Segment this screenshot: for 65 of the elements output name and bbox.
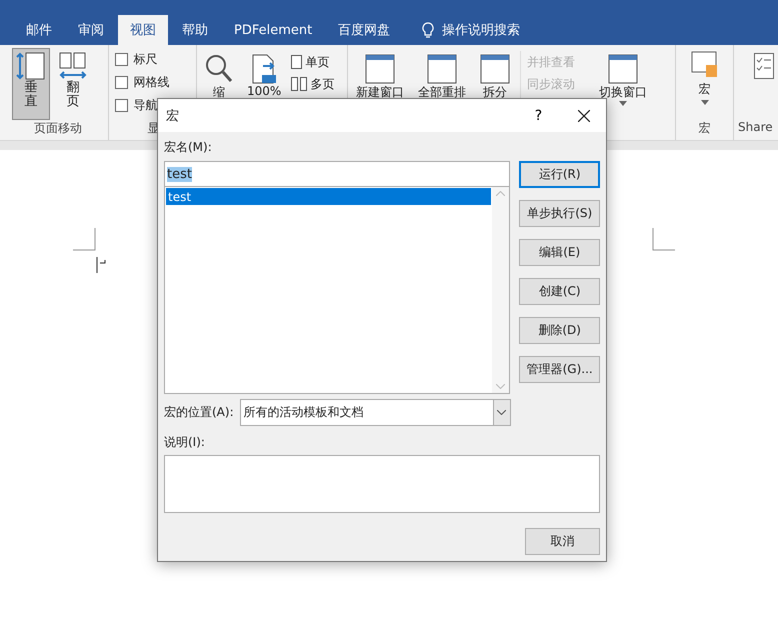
checklist-icon [754, 53, 774, 79]
tell-me-search[interactable]: 操作说明搜索 [442, 21, 520, 39]
split-icon [480, 54, 510, 84]
group-label: 宏 [698, 120, 711, 137]
text-cursor-icon [96, 257, 106, 273]
ribbon-tab[interactable]: 审阅 [66, 15, 116, 45]
switch-windows-icon [608, 54, 638, 84]
help-button[interactable]: ? [516, 99, 561, 132]
ribbon-tab[interactable]: 帮助 [170, 15, 220, 45]
checkbox-label: 标尺 [133, 50, 158, 68]
close-icon [578, 110, 590, 122]
page-zoom-icon [250, 54, 278, 84]
new-window-button[interactable]: 新建窗口 [356, 84, 404, 101]
zoom-button[interactable]: 缩 [213, 84, 225, 101]
macros-button[interactable]: 宏 [698, 81, 711, 98]
group-label: 显 [146, 120, 161, 137]
location-label: 宏的位置(A): [164, 404, 234, 421]
description-label: 说明(I): [164, 434, 206, 451]
ribbon-tab[interactable]: 视图 [118, 15, 168, 45]
dialog-title: 宏 [166, 108, 180, 124]
pages-icon [291, 77, 308, 91]
macro-list-item[interactable]: test [166, 188, 492, 205]
group-label: Share [738, 120, 774, 136]
page-corner-mark [73, 228, 96, 251]
ribbon-tab[interactable]: 百度网盘 [326, 15, 402, 45]
dialog-button[interactable]: 管理器(G)... [519, 356, 600, 383]
page-movement-button[interactable]: 垂直 [12, 48, 50, 120]
caret-icon [700, 100, 709, 105]
search-icon [205, 54, 233, 84]
page-movement-button[interactable]: 翻页 [54, 48, 92, 120]
checkbox[interactable] [115, 98, 128, 112]
macro-icon [690, 51, 719, 79]
switch-windows-button[interactable]: 切换窗口 [599, 84, 648, 101]
new-window-icon [365, 54, 396, 84]
location-dropdown[interactable]: 所有的活动模板和文档 [240, 399, 511, 426]
checkbox-label: 网格线 [133, 74, 170, 90]
cancel-button[interactable]: 取消 [525, 528, 600, 555]
hundred-percent-button[interactable]: 100% [247, 84, 282, 98]
dialog-button[interactable]: 创建(C) [519, 278, 600, 305]
group-label: 页面移动 [33, 120, 84, 137]
side-by-side-pages-icon [58, 51, 88, 81]
macro-name-label: 宏名(M): [164, 139, 213, 156]
description-field[interactable] [164, 455, 600, 513]
ribbon-tab[interactable]: PDFelement [222, 15, 324, 45]
arrange-all-icon [427, 54, 458, 84]
dialog-button[interactable]: 单步执行(S) [519, 200, 600, 227]
dialog-button[interactable]: 编辑(E) [519, 239, 600, 266]
chevron-down-icon [497, 410, 506, 415]
one-page-button[interactable]: 单页 [305, 54, 330, 70]
multiple-pages-button[interactable]: 多页 [310, 76, 334, 92]
dialog-button[interactable]: 删除(D) [519, 317, 600, 344]
lightbulb-icon [422, 22, 434, 38]
page-corner-mark [652, 228, 675, 251]
macro-list[interactable]: test [164, 187, 510, 394]
arrange-all-button[interactable]: 全部重排 [418, 84, 466, 101]
checkbox-label: 导航 [133, 96, 158, 114]
page-icon [291, 55, 302, 69]
vertical-pages-icon [16, 51, 46, 81]
ribbon-tab[interactable]: 邮件 [14, 15, 64, 45]
macro-name-field[interactable]: test [164, 161, 510, 187]
dialog-button[interactable]: 运行(R) [519, 161, 600, 188]
checkbox[interactable] [115, 52, 128, 66]
caret-icon [619, 101, 628, 106]
split-button[interactable]: 拆分 [483, 84, 508, 101]
checkbox[interactable] [115, 76, 128, 88]
